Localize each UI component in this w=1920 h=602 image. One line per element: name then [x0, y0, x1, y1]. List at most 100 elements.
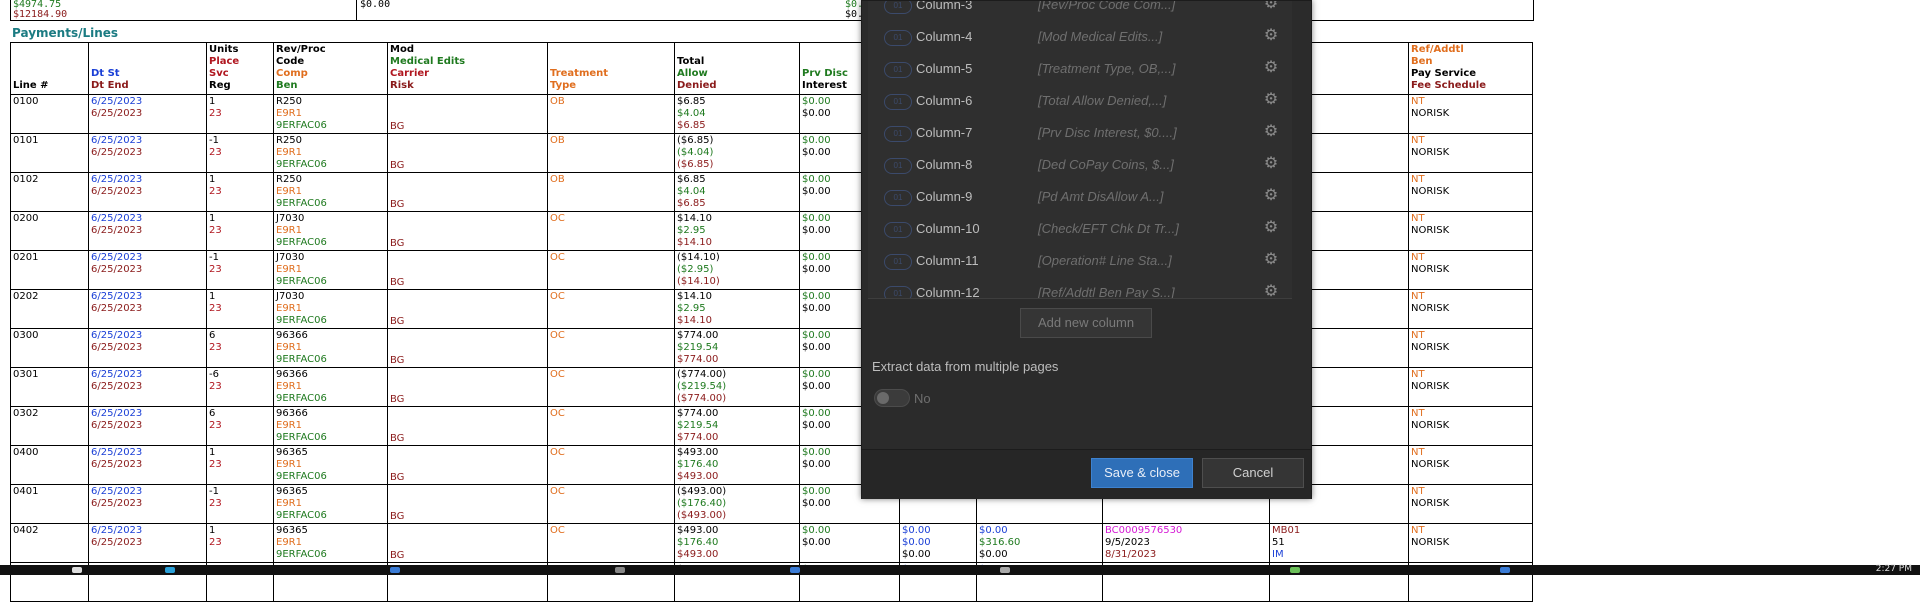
- gear-icon[interactable]: ⚙: [1261, 186, 1281, 206]
- cancel-button[interactable]: Cancel: [1202, 458, 1304, 488]
- cell-ref: NT NORISK: [1408, 211, 1533, 251]
- header-total: Total Allow Denied: [674, 42, 800, 95]
- cell-value: BG: [390, 511, 405, 522]
- cell-value: 23: [209, 147, 222, 158]
- cell-value: ($14.10): [677, 276, 720, 287]
- cell-value: $0.00: [802, 525, 831, 536]
- cell-value: OC: [550, 447, 565, 458]
- taskbar-app-icon[interactable]: [615, 567, 625, 573]
- cell-value: 9ERFAC06: [276, 198, 327, 209]
- cell-ref: NT NORISK: [1408, 367, 1533, 407]
- cell-dates: 6/25/2023 6/25/2023: [88, 133, 207, 173]
- add-new-column-button[interactable]: Add new column: [1020, 308, 1152, 338]
- cell-value: 0200: [13, 213, 39, 224]
- column-row[interactable]: 01 Column-6 [Total Allow Denied,...] ⚙: [868, 86, 1292, 118]
- column-name: Column-9: [916, 189, 973, 204]
- taskbar-app-icon[interactable]: [1000, 567, 1010, 573]
- gear-icon[interactable]: ⚙: [1261, 58, 1281, 78]
- cell-mod: BG: [387, 133, 548, 173]
- taskbar-app-icon[interactable]: [1500, 567, 1510, 573]
- cell-value: 0301: [13, 369, 39, 380]
- taskbar-app-icon[interactable]: [390, 567, 400, 573]
- column-row[interactable]: 01 Column-7 [Prv Disc Interest, $0....] ⚙: [868, 118, 1292, 150]
- cell-value: $0.00: [902, 549, 931, 560]
- cell-total: $774.00 $219.54 $774.00: [674, 328, 800, 368]
- multi-pages-toggle[interactable]: [874, 389, 910, 407]
- column-index-pill: 01: [884, 254, 912, 270]
- cell-value: 8/31/2023: [1105, 549, 1157, 560]
- cell-value: NT: [1411, 486, 1425, 497]
- cell-value: NORISK: [1411, 498, 1450, 509]
- cell-value: NT: [1411, 525, 1425, 536]
- column-row[interactable]: 01 Column-4 [Mod Medical Edits...] ⚙: [868, 22, 1292, 54]
- cell-value: 23: [209, 498, 222, 509]
- cell-value: 23: [209, 537, 222, 548]
- cell-value: 6/25/2023: [91, 330, 143, 341]
- cell-value: NT: [1411, 369, 1425, 380]
- column-list[interactable]: 01 Column-3 [Rev/Proc Code Com...] ⚙ 01 Colum…: [868, 1, 1292, 299]
- cell-value: 9ERFAC06: [276, 471, 327, 482]
- cell-value: NT: [1411, 252, 1425, 263]
- cell-value: NT: [1411, 408, 1425, 419]
- column-description: [Rev/Proc Code Com...]: [1038, 1, 1176, 12]
- cell-value: J7030: [276, 213, 305, 224]
- cell-value: ($219.54): [677, 381, 727, 392]
- taskbar-app-icon[interactable]: [165, 567, 175, 573]
- cell-total: ($493.00) ($176.40) ($493.00): [674, 484, 800, 524]
- cell-value: $2.95: [677, 303, 706, 314]
- cell-value: $493.00: [677, 549, 719, 560]
- column-row[interactable]: 01 Column-12 [Ref/Addtl Ben Pay S...] ⚙: [868, 278, 1292, 298]
- cell-total: $774.00 $219.54 $774.00: [674, 406, 800, 446]
- column-name: Column-10: [916, 221, 980, 236]
- cell-mod: BG: [387, 445, 548, 485]
- column-row[interactable]: 01 Column-11 [Operation# Line Sta...] ⚙: [868, 246, 1292, 278]
- cell-value: OC: [550, 252, 565, 263]
- cell-value: 0201: [13, 252, 39, 263]
- column-row[interactable]: 01 Column-10 [Check/EFT Chk Dt Tr...] ⚙: [868, 214, 1292, 246]
- gear-icon[interactable]: ⚙: [1261, 282, 1281, 298]
- gear-icon[interactable]: ⚙: [1261, 26, 1281, 46]
- column-row[interactable]: 01 Column-5 [Treatment Type, OB,...] ⚙: [868, 54, 1292, 86]
- taskbar-clock[interactable]: 2:27 PM: [1876, 565, 1912, 574]
- cell-value: NORISK: [1411, 264, 1450, 275]
- taskbar-app-icon[interactable]: [790, 567, 800, 573]
- cell-value: $0.00: [902, 525, 931, 536]
- gear-icon[interactable]: ⚙: [1261, 1, 1281, 14]
- taskbar-app-icon[interactable]: [1290, 567, 1300, 573]
- column-row[interactable]: 01 Column-8 [Ded CoPay Coins, $...] ⚙: [868, 150, 1292, 182]
- cell-value: 9ERFAC06: [276, 510, 327, 521]
- cell-value: NORISK: [1411, 303, 1450, 314]
- cell-value: $14.10: [677, 237, 712, 248]
- cell-value: 9ERFAC06: [276, 120, 327, 131]
- cell-value: 6/25/2023: [91, 303, 143, 314]
- cell-value: BG: [390, 433, 405, 444]
- column-row[interactable]: 01 Column-3 [Rev/Proc Code Com...] ⚙: [868, 1, 1292, 22]
- cell-total: ($14.10) ($2.95) ($14.10): [674, 250, 800, 290]
- column-index-pill: 01: [884, 62, 912, 78]
- cell-value: 6/25/2023: [91, 486, 143, 497]
- column-index-pill: 01: [884, 158, 912, 174]
- cell-value: 6/25/2023: [91, 369, 143, 380]
- cell-line: 0101: [10, 133, 89, 173]
- taskbar-app-icon[interactable]: [72, 567, 82, 573]
- cell-value: OC: [550, 330, 565, 341]
- column-row[interactable]: 01 Column-9 [Pd Amt DisAllow A...] ⚙: [868, 182, 1292, 214]
- gear-icon[interactable]: ⚙: [1261, 122, 1281, 142]
- cell-value: 0402: [13, 525, 39, 536]
- cell-operation: MB01 51 IM: [1269, 523, 1409, 563]
- column-description: [Pd Amt DisAllow A...]: [1038, 189, 1164, 204]
- cell-ref: NT NORISK: [1408, 484, 1533, 524]
- gear-icon[interactable]: ⚙: [1261, 154, 1281, 174]
- cell-value: 6/25/2023: [91, 174, 143, 185]
- gear-icon[interactable]: ⚙: [1261, 250, 1281, 270]
- cell-value: IM: [1272, 549, 1284, 560]
- cell-value: $176.40: [677, 459, 719, 470]
- cell-value: 6/25/2023: [91, 252, 143, 263]
- save-close-button[interactable]: Save & close: [1091, 458, 1193, 488]
- gear-icon[interactable]: ⚙: [1261, 218, 1281, 238]
- gear-icon[interactable]: ⚙: [1261, 90, 1281, 110]
- cell-units: -1 23: [206, 484, 274, 524]
- cell-total: $493.00 $176.40 $493.00: [674, 523, 800, 563]
- cell-value: OC: [550, 525, 565, 536]
- cell-value: $176.40: [677, 537, 719, 548]
